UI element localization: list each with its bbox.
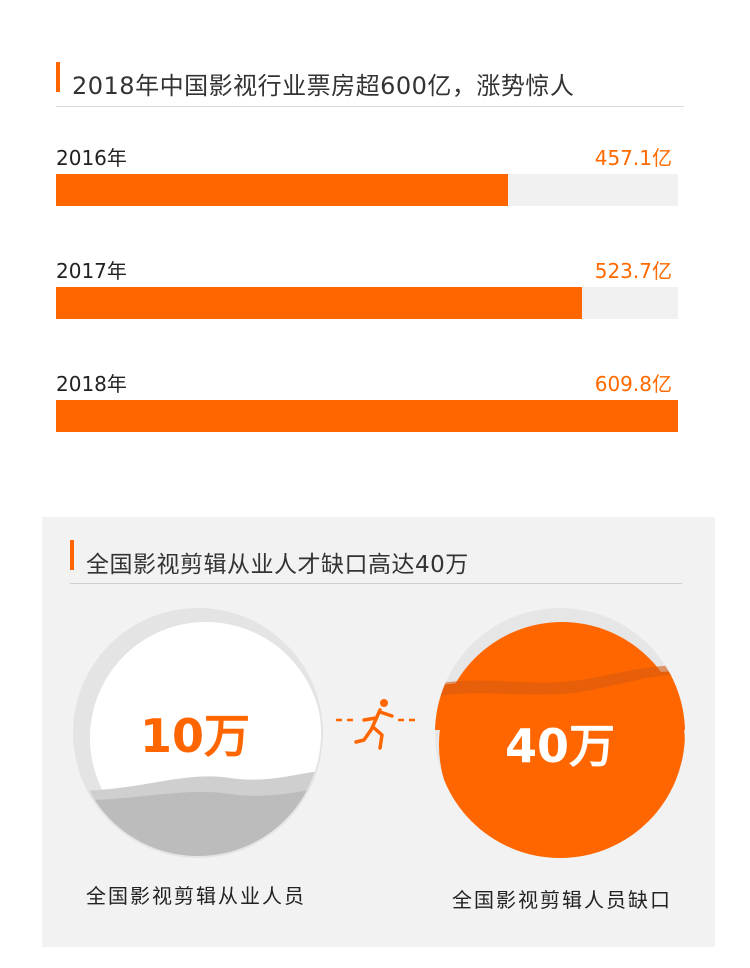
current-staff-label: 全国影视剪辑从业人员 [86,884,306,908]
talent-comparison-graphic [73,608,685,858]
running-person-icon [336,699,418,750]
talent-gap-number: 40万 [504,719,615,773]
talent-gap-label: 全国影视剪辑人员缺口 [452,888,672,912]
current-staff-number: 10万 [139,709,250,763]
